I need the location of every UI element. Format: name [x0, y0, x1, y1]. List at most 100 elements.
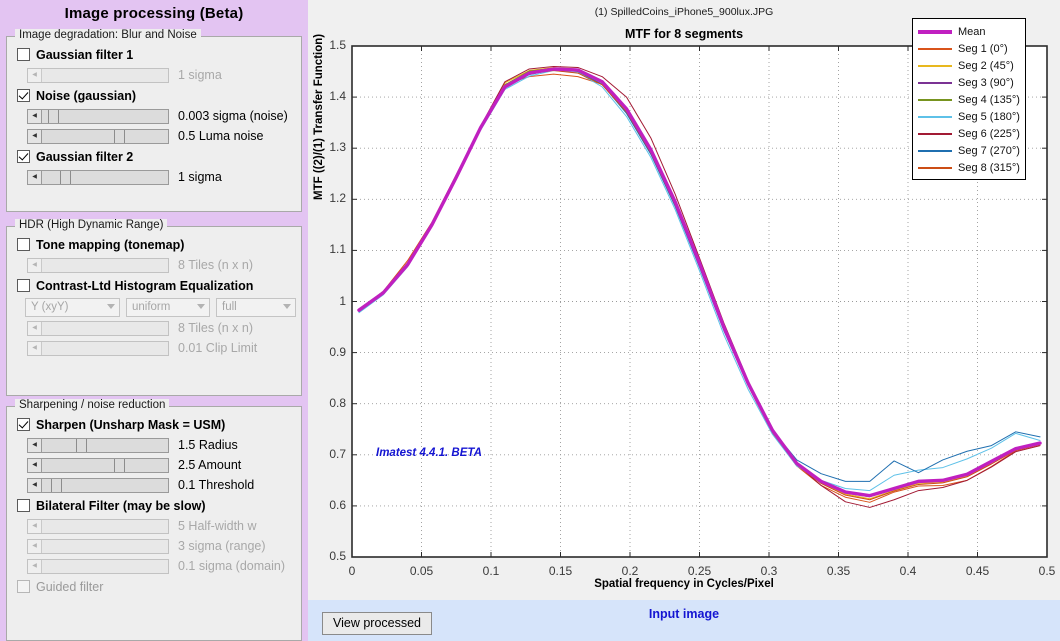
slider-thumb[interactable]: [50, 478, 62, 492]
slider-row-bilateral-sigma-range: ◀▶ 3 sigma (range): [7, 536, 301, 556]
slider-track: [42, 321, 168, 335]
legend-color-swatch: [918, 166, 952, 169]
slider-value-usm-radius: 1.5 Radius: [178, 438, 238, 452]
checkbox-clahe[interactable]: [17, 279, 30, 292]
legend-color-swatch: [918, 64, 952, 67]
checkbox-gaussian-filter-2[interactable]: [17, 150, 30, 163]
legend-item: Seg 1 (0°): [918, 40, 1020, 57]
slider-left-arrow-icon: ◀: [28, 559, 42, 573]
slider-left-arrow-icon[interactable]: ◀: [28, 478, 42, 492]
legend-label: Seg 2 (45°): [958, 59, 1014, 72]
group-hdr-high-dynamic-range: HDR (High Dynamic Range) Tone mapping (to…: [6, 219, 302, 396]
slider-row-clahe-tiles: ◀▶ 8 Tiles (n x n): [7, 318, 301, 338]
legend-color-swatch: [918, 47, 952, 50]
legend-label: Seg 1 (0°): [958, 42, 1008, 55]
slider-row-luma-noise: ◀▶ 0.5 Luma noise: [7, 126, 301, 146]
checkbox-gaussian-filter-1[interactable]: [17, 48, 30, 61]
slider-left-arrow-icon[interactable]: ◀: [28, 170, 42, 184]
slider-left-arrow-icon[interactable]: ◀: [28, 458, 42, 472]
slider-value-usm-amount: 2.5 Amount: [178, 458, 242, 472]
imatest-watermark: Imatest 4.4.1. BETA: [376, 447, 482, 459]
slider-row-bilateral-halfwidth: ◀▶ 5 Half-width w: [7, 516, 301, 536]
slider-track[interactable]: [42, 170, 168, 184]
slider-gaussian-filter-2-sigma[interactable]: ◀▶: [27, 169, 169, 185]
checkbox-label-tone-mapping: Tone mapping (tonemap): [36, 237, 185, 252]
legend-label: Seg 6 (225°): [958, 127, 1020, 140]
slider-value-bilateral-sigma-domain: 0.1 sigma (domain): [178, 559, 285, 573]
checkbox-label-bilateral-filter: Bilateral Filter (may be slow): [36, 498, 206, 513]
slider-value-usm-threshold: 0.1 Threshold: [178, 478, 255, 492]
checkbox-label-gaussian-filter-1: Gaussian filter 1: [36, 47, 134, 62]
checkbox-row-guided-filter: Guided filter: [7, 576, 301, 597]
slider-row-usm-radius: ◀▶ 1.5 Radius: [7, 435, 301, 455]
slider-left-arrow-icon: ◀: [28, 68, 42, 82]
slider-left-arrow-icon[interactable]: ◀: [28, 109, 42, 123]
slider-bilateral-sigma-domain: ◀▶: [27, 558, 169, 574]
legend-color-swatch: [918, 81, 952, 84]
slider-track: [42, 519, 168, 533]
checkbox-row-noise-gaussian[interactable]: Noise (gaussian): [7, 85, 301, 106]
slider-track: [42, 341, 168, 355]
slider-usm-amount[interactable]: ◀▶: [27, 457, 169, 473]
slider-thumb[interactable]: [113, 458, 125, 472]
slider-thumb[interactable]: [59, 170, 71, 184]
dropdown-clahe-options-2[interactable]: full: [216, 297, 296, 317]
checkbox-sharpen-usm[interactable]: [17, 418, 30, 431]
group-legend: Image degradation: Blur and Noise: [15, 29, 201, 41]
legend-color-swatch: [918, 98, 952, 101]
legend-color-swatch: [918, 29, 952, 34]
slider-track[interactable]: [42, 438, 168, 452]
checkbox-label-sharpen-usm: Sharpen (Unsharp Mask = USM): [36, 417, 226, 432]
slider-value-tonemap-tiles: 8 Tiles (n x n): [178, 258, 254, 272]
checkbox-label-clahe: Contrast-Ltd Histogram Equalization: [36, 278, 254, 293]
slider-value-bilateral-halfwidth: 5 Half-width w: [178, 519, 257, 533]
legend-item: Seg 6 (225°): [918, 125, 1020, 142]
slider-left-arrow-icon[interactable]: ◀: [28, 438, 42, 452]
checkbox-row-gaussian-filter-2[interactable]: Gaussian filter 2: [7, 146, 301, 167]
slider-row-noise-sigma: ◀▶ 0.003 sigma (noise): [7, 106, 301, 126]
view-processed-button[interactable]: View processed: [322, 612, 433, 635]
dropdown-clahe-options-1[interactable]: uniform: [126, 297, 210, 317]
dropdown-selected-value: Y (xyY): [31, 301, 69, 313]
slider-left-arrow-icon[interactable]: ◀: [28, 129, 42, 143]
slider-track[interactable]: [42, 109, 168, 123]
group-legend: HDR (High Dynamic Range): [15, 219, 168, 231]
checkbox-bilateral-filter[interactable]: [17, 499, 30, 512]
dropdown-selected-value: full: [222, 301, 237, 313]
legend-item: Seg 7 (270°): [918, 142, 1020, 159]
slider-row-usm-amount: ◀▶ 2.5 Amount: [7, 455, 301, 475]
slider-row-gaussian-filter-1-sigma: ◀▶ 1 sigma: [7, 65, 301, 85]
checkbox-label-noise-gaussian: Noise (gaussian): [36, 88, 137, 103]
legend-item: Seg 8 (315°): [918, 159, 1020, 176]
slider-usm-radius[interactable]: ◀▶: [27, 437, 169, 453]
slider-thumb[interactable]: [76, 438, 88, 452]
legend-item: Seg 5 (180°): [918, 108, 1020, 125]
slider-noise-sigma[interactable]: ◀▶: [27, 108, 169, 124]
dropdown-clahe-options-0[interactable]: Y (xyY): [25, 297, 120, 317]
slider-value-gaussian-filter-2-sigma: 1 sigma: [178, 170, 222, 184]
group-sharpening-noise-reduction: Sharpening / noise reduction Sharpen (Uns…: [6, 399, 302, 641]
slider-luma-noise[interactable]: ◀▶: [27, 128, 169, 144]
slider-value-noise-sigma: 0.003 sigma (noise): [178, 109, 288, 123]
slider-left-arrow-icon: ◀: [28, 258, 42, 272]
plot-area: MTF ((2)/(1) Transfer Function) Spatial …: [308, 0, 1060, 600]
checkbox-row-bilateral-filter[interactable]: Bilateral Filter (may be slow): [7, 495, 301, 516]
checkbox-row-gaussian-filter-1[interactable]: Gaussian filter 1: [7, 44, 301, 65]
slider-thumb[interactable]: [113, 129, 125, 143]
slider-thumb[interactable]: [48, 109, 60, 123]
chevron-down-icon: [283, 303, 291, 311]
checkbox-noise-gaussian[interactable]: [17, 89, 30, 102]
checkbox-row-sharpen-usm[interactable]: Sharpen (Unsharp Mask = USM): [7, 414, 301, 435]
slider-value-clahe-clip-limit: 0.01 Clip Limit: [178, 341, 258, 355]
slider-track[interactable]: [42, 458, 168, 472]
slider-bilateral-halfwidth: ◀▶: [27, 518, 169, 534]
slider-row-clahe-clip-limit: ◀▶ 0.01 Clip Limit: [7, 338, 301, 358]
checkbox-row-tone-mapping[interactable]: Tone mapping (tonemap): [7, 234, 301, 255]
slider-track[interactable]: [42, 478, 168, 492]
checkbox-row-clahe[interactable]: Contrast-Ltd Histogram Equalization: [7, 275, 301, 296]
slider-usm-threshold[interactable]: ◀▶: [27, 477, 169, 493]
slider-value-gaussian-filter-1-sigma: 1 sigma: [178, 68, 222, 82]
checkbox-tone-mapping[interactable]: [17, 238, 30, 251]
slider-track[interactable]: [42, 129, 168, 143]
slider-track: [42, 539, 168, 553]
